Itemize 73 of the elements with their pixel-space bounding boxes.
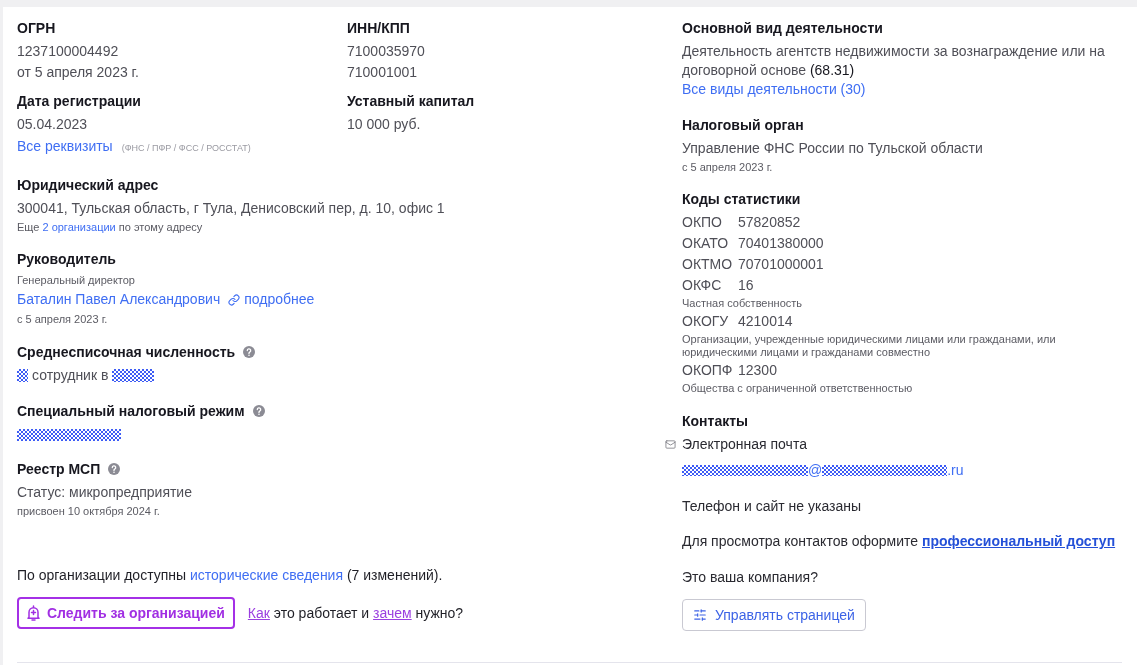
email-fragment: .ru [947, 461, 964, 480]
director-position: Генеральный директор [17, 273, 136, 288]
history-link[interactable]: исторические сведения [190, 567, 343, 583]
stat-code-value: 70701000001 [738, 255, 824, 274]
email-fragment: @ [808, 461, 823, 480]
field-value: 10 000 руб. [347, 115, 422, 134]
follow-button[interactable]: Следить за организацией [17, 597, 235, 629]
manage-page-button[interactable]: Управлять страницей [682, 599, 866, 631]
stat-code-name: ОКПО [682, 213, 723, 232]
address-value: 300041, Тульская область, г Тула, Денисовский пер, д. 10, офис 1 [17, 199, 446, 218]
help-icon[interactable] [243, 346, 256, 358]
details-link[interactable]: подробнее [228, 289, 315, 310]
field-value: 710001001 [347, 63, 419, 82]
stat-code-value: 70401380000 [738, 234, 824, 253]
headcount-text: сотрудник в [32, 366, 109, 385]
stat-code-name: ОКОГУ [682, 312, 730, 331]
help-icon[interactable] [108, 463, 121, 475]
tax-authority-since: с 5 апреля 2023 г. [682, 160, 774, 175]
follow-help-text: Как это работает и зачем нужно? [247, 603, 464, 623]
director-name-link[interactable]: Баталин Павел Александрович [17, 289, 221, 310]
section-heading: Специальный налоговый режим [17, 402, 245, 421]
stat-code-value: 16 [738, 276, 754, 295]
sources-note: (ФНС / ПФР / ФСС / РОССТАТ) [121, 142, 251, 155]
section-heading: ИНН/КПП [347, 19, 410, 38]
field-value: от 5 апреля 2023 г. [17, 63, 140, 82]
field-value: 05.04.2023 [17, 115, 89, 134]
phone-note: Телефон и сайт не указаны [682, 497, 863, 516]
section-heading: Дата регистрации [17, 92, 141, 111]
all-activities-link[interactable]: Все виды деятельности (30) [682, 80, 866, 99]
stat-code-description: Организации, учрежденные юридическими лицами или гражданами, или юридическими лицами и гражданами совместно [682, 333, 1057, 359]
all-requisites-link[interactable]: Все реквизиты [17, 136, 113, 157]
director-since: с 5 апреля 2023 г. [17, 312, 109, 327]
section-heading: ОГРН [17, 19, 56, 38]
email-label: Электронная почта [682, 435, 807, 454]
section-heading: Среднесписочная численность [17, 343, 236, 362]
stat-code-value: 57820852 [738, 213, 801, 232]
section-heading: Основной вид деятельности [682, 19, 883, 38]
stat-code-name: ОКОПФ [682, 361, 734, 380]
stat-code-description: Частная собственность [682, 297, 804, 310]
section-heading: Руководитель [17, 250, 116, 269]
sliders-icon [693, 608, 707, 622]
masked-text [112, 369, 155, 382]
masked-text [17, 369, 28, 382]
professional-access-link[interactable]: профессиональный доступ [922, 533, 1116, 549]
section-heading: Налоговый орган [682, 116, 804, 135]
help-icon[interactable] [252, 405, 265, 417]
how-link[interactable]: Как [247, 604, 270, 621]
address-note: Еще 2 организации по этому адресу [17, 220, 204, 235]
access-note: Для просмотра контактов оформите профессиональный доступ [682, 532, 1117, 551]
activity-text: Деятельность агентств недвижимости за вознаграждение или на договорной основе (68.31) [682, 42, 1106, 80]
tax-authority-value: Управление ФНС России по Тульской области [682, 139, 984, 158]
section-heading: Уставный капитал [347, 92, 475, 111]
why-link[interactable]: зачем [373, 604, 412, 621]
stat-code-name: ОКФС [682, 276, 723, 295]
history-note: По организации доступны исторические сведения (7 изменений). [17, 566, 444, 585]
section-heading: Реестр МСП [17, 460, 101, 479]
section-heading: Коды статистики [682, 190, 801, 209]
stat-code-name: ОКАТО [682, 234, 730, 253]
stat-code-value: 4210014 [738, 312, 793, 331]
stat-code-name: ОКТМО [682, 255, 734, 274]
sme-assigned-date: присвоен 10 октября 2024 г. [17, 504, 161, 519]
field-value: 1237100004492 [17, 42, 120, 61]
section-heading: Контакты [682, 412, 748, 431]
section-heading: Юридический адрес [17, 176, 159, 195]
organizations-link[interactable]: 2 организации [42, 221, 116, 233]
stat-code-description: Общества с ограниченной ответственностью [682, 382, 914, 395]
link-icon [228, 293, 241, 306]
mail-icon [665, 439, 676, 450]
company-question: Это ваша компания? [682, 568, 819, 587]
bell-plus-icon [27, 605, 40, 621]
field-value: 7100035970 [347, 42, 426, 61]
sme-status: Статус: микропредприятие [17, 483, 193, 502]
stat-code-value: 12300 [738, 361, 777, 380]
